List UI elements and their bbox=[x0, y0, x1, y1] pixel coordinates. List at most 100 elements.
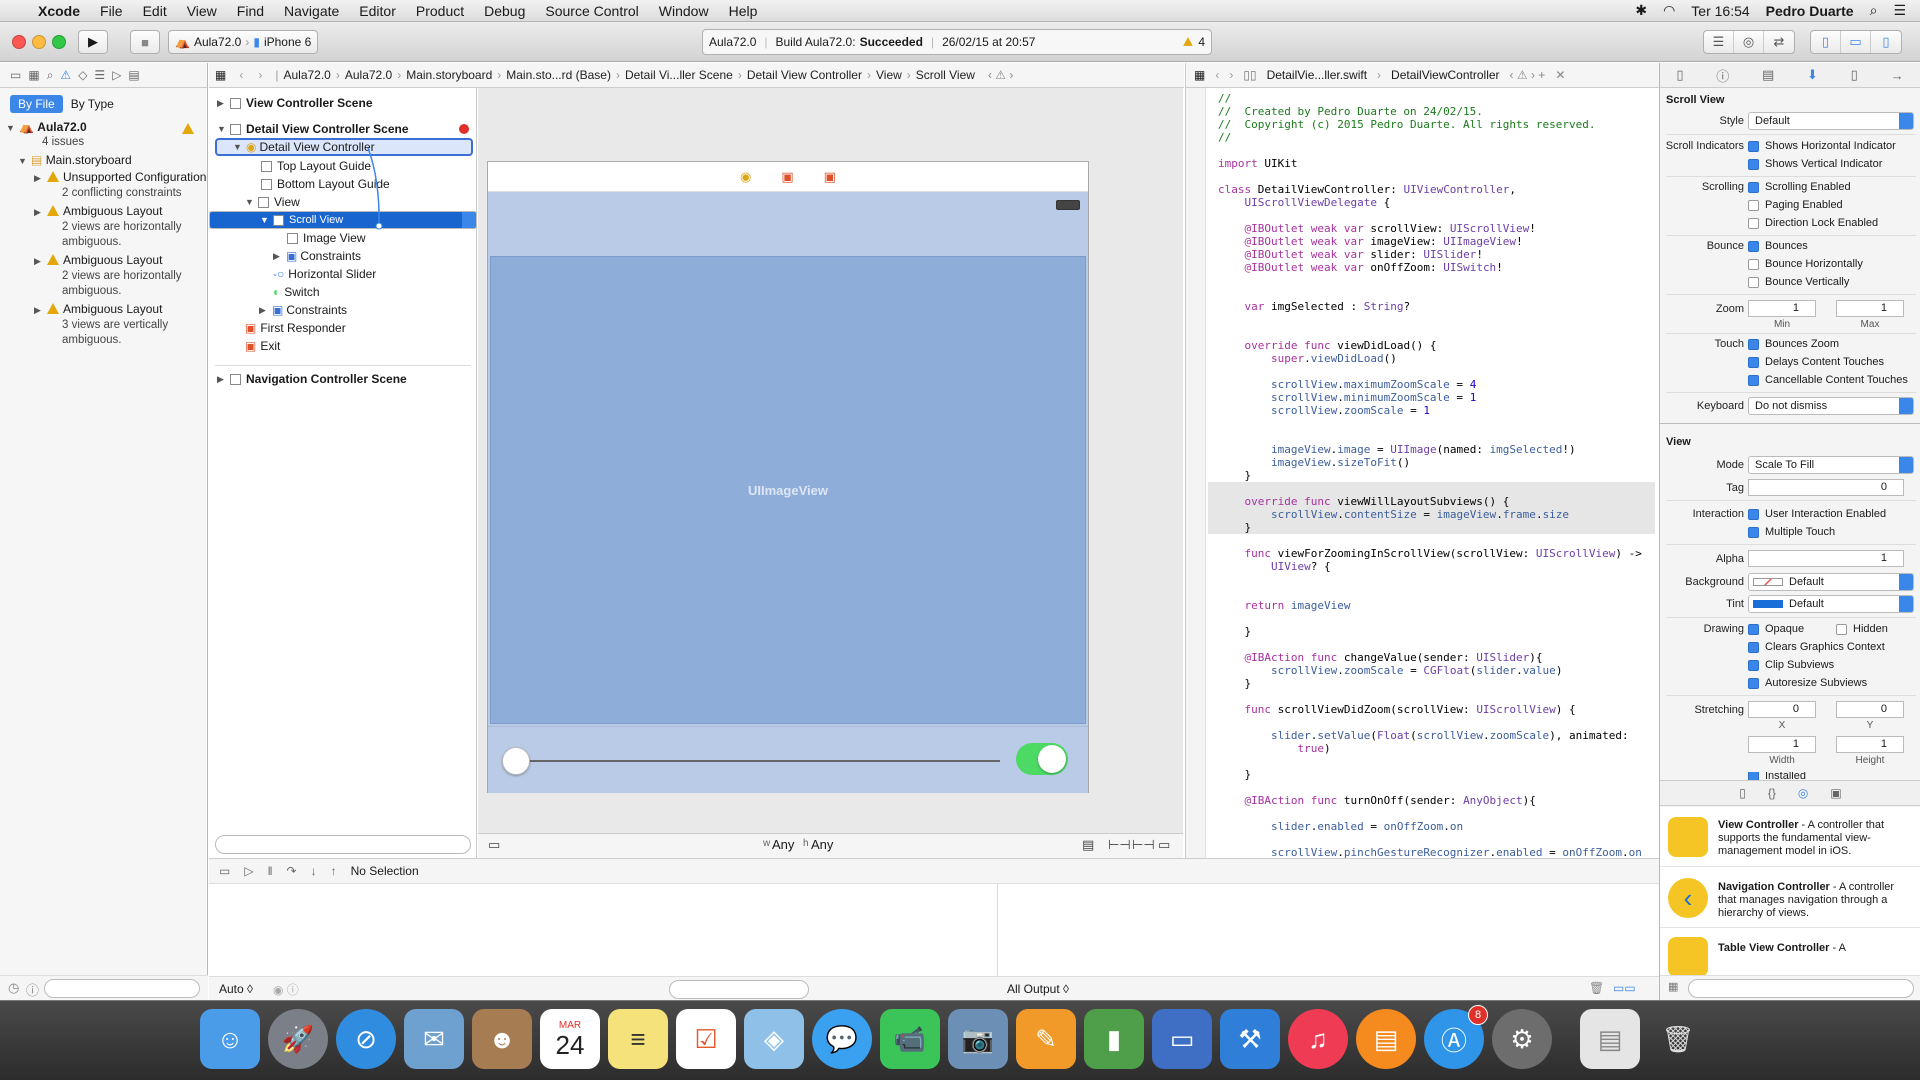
zoom-switch[interactable] bbox=[1016, 743, 1068, 775]
zoom-max-field[interactable]: 1 bbox=[1836, 300, 1904, 317]
identity-inspector-icon[interactable]: ▤ bbox=[1762, 67, 1774, 83]
alpha-field[interactable]: 1 bbox=[1748, 550, 1904, 567]
step-over-icon[interactable]: ↷ bbox=[287, 864, 297, 878]
issue-item[interactable]: ▶ Ambiguous Layout 3 views are vertically… bbox=[0, 302, 208, 348]
object-library-icon[interactable]: ◎ bbox=[1798, 786, 1808, 800]
stop-button[interactable]: ■ bbox=[130, 30, 160, 54]
user-interaction-checkbox[interactable]: User Interaction Enabled bbox=[1748, 508, 1886, 520]
minimize-window-button[interactable] bbox=[32, 35, 46, 49]
outline-scene[interactable]: ▶ View Controller Scene bbox=[209, 94, 477, 112]
jump-class[interactable]: DetailViewController bbox=[1391, 68, 1500, 82]
notes-icon[interactable]: ≡ bbox=[608, 1009, 668, 1069]
jump-file[interactable]: DetailVie...ller.swift bbox=[1267, 68, 1367, 82]
outline-item[interactable]: ▶ ▣ Constraints bbox=[209, 247, 477, 265]
related-items-icon[interactable]: ▦ bbox=[215, 68, 226, 82]
menu-edit[interactable]: Edit bbox=[133, 3, 177, 19]
toggle-debug-icon[interactable]: ▭ bbox=[1841, 31, 1871, 53]
menu-help[interactable]: Help bbox=[719, 3, 768, 19]
menu-source-control[interactable]: Source Control bbox=[535, 3, 648, 19]
multiple-touch-checkbox[interactable]: Multiple Touch bbox=[1748, 526, 1835, 538]
size-class-width[interactable]: Any bbox=[772, 837, 794, 852]
debug-nav-icon[interactable]: ☰ bbox=[94, 68, 105, 82]
jump-item[interactable]: Aula72.0 bbox=[283, 68, 330, 82]
pin-icon[interactable]: ⊢⊣ bbox=[1132, 837, 1155, 853]
first-responder-icon[interactable]: ▣ bbox=[781, 169, 793, 185]
forward-arrow-icon[interactable]: › bbox=[1229, 68, 1233, 82]
outline-scene[interactable]: ▶ Navigation Controller Scene bbox=[209, 370, 477, 388]
by-type-tab[interactable]: By Type bbox=[63, 95, 122, 113]
jump-item[interactable]: Aula72.0 bbox=[345, 68, 392, 82]
resolve-icon[interactable]: ▭ bbox=[1158, 837, 1170, 853]
toggle-utilities-icon[interactable]: ▯ bbox=[1871, 31, 1901, 53]
stretch-x-field[interactable]: 0 bbox=[1748, 701, 1816, 718]
forward-arrow-icon[interactable]: › bbox=[258, 68, 262, 82]
attributes-inspector-icon[interactable]: ⬇ bbox=[1807, 67, 1818, 83]
mail-icon[interactable]: ✉ bbox=[404, 1009, 464, 1069]
bounce-v-checkbox[interactable]: Bounce Vertically bbox=[1748, 276, 1849, 288]
split-view-icon[interactable]: ▭▭ bbox=[1613, 981, 1636, 995]
pause-icon[interactable]: ‖ bbox=[268, 864, 273, 878]
jump-item[interactable]: Detail Vi...ller Scene bbox=[625, 68, 733, 82]
menu-find[interactable]: Find bbox=[227, 3, 274, 19]
menu-view[interactable]: View bbox=[177, 3, 227, 19]
code-snippet-icon[interactable]: {} bbox=[1768, 786, 1776, 800]
outline-item[interactable]: ▣ Exit bbox=[209, 337, 477, 355]
code-editor[interactable]: // // Created by Pedro Duarte on 24/02/1… bbox=[1185, 88, 1655, 858]
error-icon[interactable] bbox=[459, 124, 469, 134]
breakpoints-toggle-icon[interactable]: ▷ bbox=[244, 864, 253, 878]
exit-icon[interactable]: ▣ bbox=[824, 169, 836, 185]
outline-item-selected[interactable]: ▼ Scroll View bbox=[209, 211, 477, 229]
outline-item[interactable]: -○ Horizontal Slider bbox=[209, 265, 477, 283]
outline-item[interactable]: ▣ First Responder bbox=[209, 319, 477, 337]
auto-variables-select[interactable]: Auto ◊ bbox=[219, 982, 253, 996]
bluetooth-icon[interactable]: ✱ bbox=[1635, 2, 1647, 19]
outline-filter-input[interactable] bbox=[215, 835, 471, 854]
wifi-icon[interactable]: ◠ bbox=[1663, 2, 1675, 19]
library-item[interactable]: ‹ Navigation Controller - A controller t… bbox=[1660, 868, 1920, 928]
scroll-view[interactable]: UIImageView bbox=[488, 192, 1088, 726]
image-view[interactable]: UIImageView bbox=[490, 256, 1086, 724]
library-item[interactable]: View Controller - A controller that supp… bbox=[1660, 807, 1920, 867]
back-arrow-icon[interactable]: ‹ bbox=[1215, 68, 1219, 82]
show-v-indicator-checkbox[interactable]: Shows Vertical Indicator bbox=[1748, 158, 1882, 170]
issue-item[interactable]: ▶ Ambiguous Layout 2 views are horizontal… bbox=[0, 204, 208, 250]
version-editor-icon[interactable]: ⇄ bbox=[1764, 31, 1794, 53]
issue-item[interactable]: ▶ Ambiguous Layout 2 views are horizontal… bbox=[0, 253, 208, 299]
horizontal-slider-track[interactable] bbox=[520, 760, 1000, 762]
style-select[interactable]: Default bbox=[1748, 112, 1914, 130]
xcode-icon[interactable]: ⚒ bbox=[1220, 1009, 1280, 1069]
outline-item[interactable]: ▼ View bbox=[209, 193, 477, 211]
size-inspector-icon[interactable]: ▯ bbox=[1851, 67, 1858, 83]
keynote-icon[interactable]: ▭ bbox=[1152, 1009, 1212, 1069]
issue-nav-arrows-icon[interactable]: ‹ ⚠ › bbox=[988, 68, 1013, 82]
cancellable-touches-checkbox[interactable]: Cancellable Content Touches bbox=[1748, 374, 1908, 386]
photo-booth-icon[interactable]: 📷 bbox=[948, 1009, 1008, 1069]
issue-item[interactable]: ▶ Unsupported Configuration 2 conflicting… bbox=[0, 170, 208, 201]
user-name[interactable]: Pedro Duarte bbox=[1766, 3, 1854, 19]
show-h-indicator-checkbox[interactable]: Shows Horizontal Indicator bbox=[1748, 140, 1896, 152]
toggle-navigator-icon[interactable]: ▯ bbox=[1811, 31, 1841, 53]
zoom-min-field[interactable]: 1 bbox=[1748, 300, 1816, 317]
menu-product[interactable]: Product bbox=[406, 3, 474, 19]
safari-icon[interactable]: ⊘ bbox=[336, 1009, 396, 1069]
system-preferences-icon[interactable]: ⚙ bbox=[1492, 1009, 1552, 1069]
jump-item[interactable]: Scroll View bbox=[916, 68, 975, 82]
stretch-width-field[interactable]: 1 bbox=[1748, 736, 1816, 753]
stretch-height-field[interactable]: 1 bbox=[1836, 736, 1904, 753]
hide-debug-icon[interactable]: ▭ bbox=[219, 864, 230, 878]
trash-icon[interactable]: 🗑 bbox=[1648, 1009, 1708, 1069]
menu-debug[interactable]: Debug bbox=[474, 3, 535, 19]
outline-item[interactable]: Bottom Layout Guide bbox=[209, 175, 477, 193]
issue-icon[interactable]: ⚠ bbox=[60, 68, 71, 82]
clock-filter-icon[interactable]: ◷ bbox=[8, 980, 19, 996]
scrolling-enabled-checkbox[interactable]: Scrolling Enabled bbox=[1748, 181, 1851, 193]
notification-center-icon[interactable]: ☰ bbox=[1893, 2, 1906, 19]
messages-icon[interactable]: 💬 bbox=[812, 1009, 872, 1069]
step-in-icon[interactable]: ↓ bbox=[311, 864, 317, 878]
nav-arrows-icon[interactable]: ‹ ⚠ › + bbox=[1510, 68, 1546, 82]
breakpoint-icon[interactable]: ▷ bbox=[112, 68, 121, 82]
symbol-icon[interactable]: ▦ bbox=[28, 68, 39, 82]
menu-editor[interactable]: Editor bbox=[349, 3, 406, 19]
clears-context-checkbox[interactable]: Clears Graphics Context bbox=[1748, 641, 1885, 653]
bounce-h-checkbox[interactable]: Bounce Horizontally bbox=[1748, 258, 1863, 270]
